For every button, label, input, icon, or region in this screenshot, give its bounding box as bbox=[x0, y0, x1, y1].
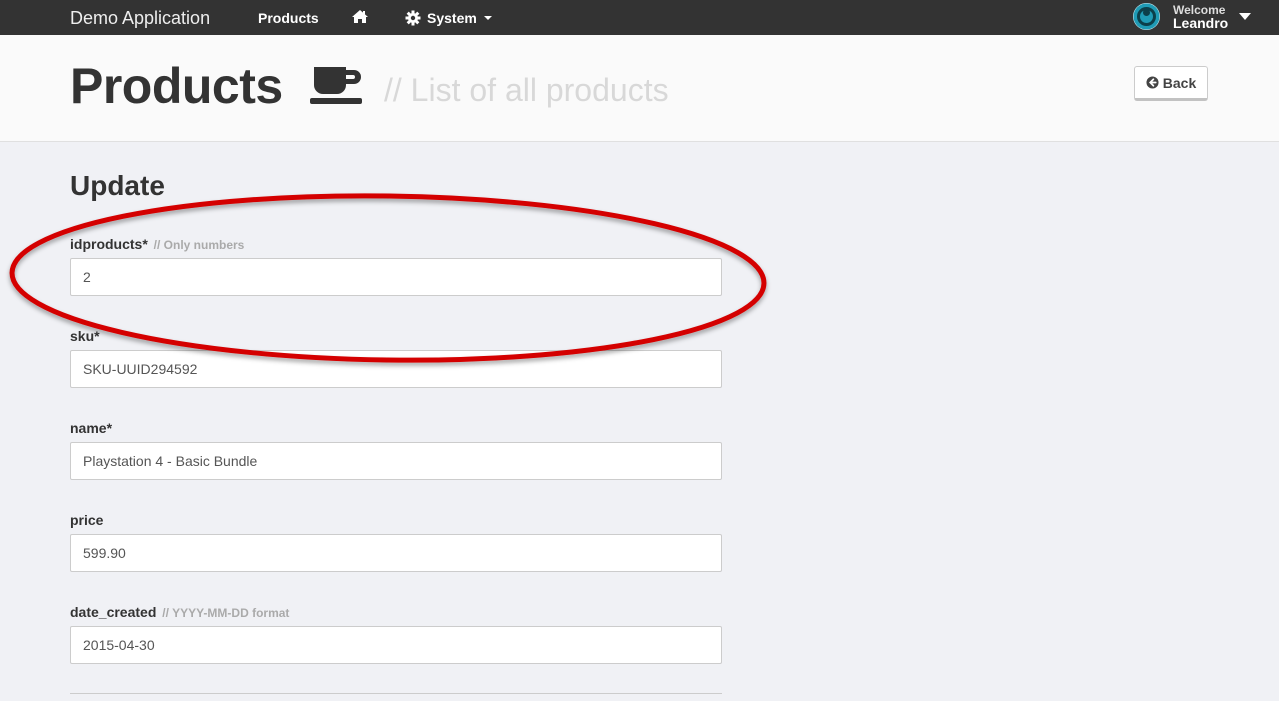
coffee-cup-icon bbox=[310, 65, 366, 112]
user-text: Welcome Leandro bbox=[1173, 3, 1229, 31]
idproducts-label: idproducts* // Only numbers bbox=[70, 236, 244, 252]
name-input[interactable] bbox=[70, 442, 722, 480]
name-label: name* bbox=[70, 420, 112, 436]
field-hint: // YYYY-MM-DD format bbox=[162, 606, 290, 620]
field-label-text: name* bbox=[70, 420, 113, 436]
nav-system-dropdown[interactable]: System bbox=[405, 10, 492, 26]
sku-input[interactable] bbox=[70, 350, 722, 388]
avatar bbox=[1133, 3, 1160, 30]
brand-link[interactable]: Demo Application bbox=[70, 8, 210, 29]
field-label-text: sku* bbox=[70, 328, 100, 344]
gear-icon bbox=[405, 10, 421, 26]
page-subtitle: // List of all products bbox=[384, 72, 669, 108]
date-created-input[interactable] bbox=[70, 626, 722, 664]
page-header: Products // List of all products Back bbox=[0, 35, 1279, 142]
username: Leandro bbox=[1173, 14, 1229, 31]
section-title: Update bbox=[70, 170, 165, 201]
price-input[interactable] bbox=[70, 534, 722, 572]
home-icon[interactable] bbox=[351, 9, 369, 27]
top-navbar: Demo Application Products System Welcome… bbox=[0, 0, 1279, 35]
form-divider bbox=[70, 693, 722, 694]
back-button-label: Back bbox=[1162, 74, 1197, 91]
chevron-down-icon bbox=[483, 16, 492, 20]
field-label-text: price bbox=[70, 512, 104, 528]
chevron-down-icon[interactable] bbox=[1239, 13, 1251, 20]
price-label: price bbox=[70, 512, 103, 528]
back-button[interactable]: Back bbox=[1134, 66, 1208, 101]
coffee-cup-svg bbox=[310, 67, 362, 104]
arrow-circle-left-icon bbox=[1146, 76, 1159, 89]
field-label-text: idproducts* bbox=[70, 236, 148, 252]
idproducts-input[interactable] bbox=[70, 258, 722, 296]
user-menu[interactable]: Welcome Leandro bbox=[1133, 3, 1228, 30]
home-icon-svg bbox=[352, 10, 368, 23]
field-hint: // Only numbers bbox=[153, 238, 245, 252]
page-title: Products bbox=[70, 58, 283, 114]
field-label-text: date_created bbox=[70, 604, 157, 620]
avatar-image bbox=[1133, 3, 1160, 30]
nav-system-label: System bbox=[427, 10, 477, 26]
sku-label: sku* bbox=[70, 328, 100, 344]
date-created-label: date_created // YYYY-MM-DD format bbox=[70, 604, 289, 620]
nav-products[interactable]: Products bbox=[258, 10, 319, 26]
